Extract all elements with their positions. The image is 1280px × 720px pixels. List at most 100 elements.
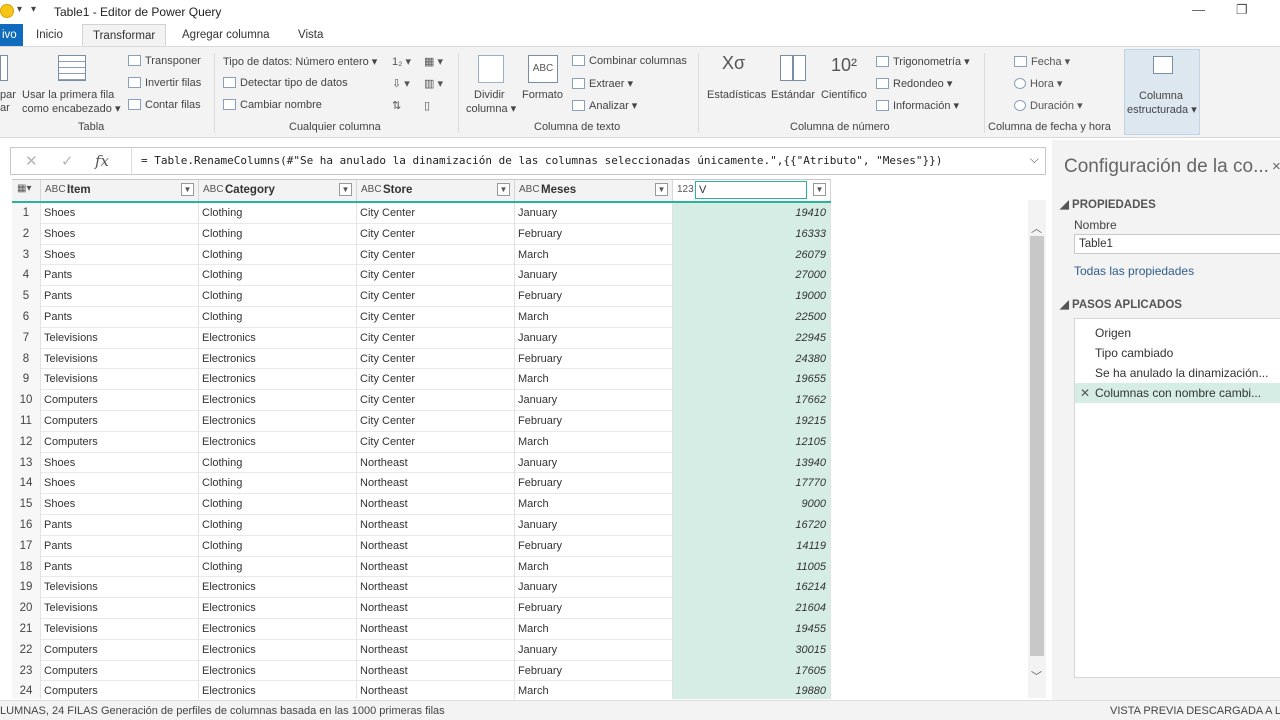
row-number[interactable]: 11 [12,411,41,432]
column-header-item[interactable]: ABC Item ▼ [41,180,199,201]
table-cell[interactable]: March [515,681,673,699]
table-cell[interactable]: March [515,619,673,640]
time-button[interactable]: Hora ▾ [1014,77,1062,90]
table-cell[interactable]: 24380 [673,348,831,370]
table-cell[interactable]: February [515,348,673,370]
table-cell[interactable]: 17770 [673,473,831,495]
table-cell[interactable]: 27000 [673,265,831,287]
table-cell[interactable]: Clothing [199,556,357,578]
row-number[interactable]: 13 [12,452,41,474]
table-cell[interactable]: Electronics [199,639,357,661]
row-number[interactable]: 7 [12,327,41,349]
table-cell[interactable]: February [515,411,673,432]
split-column-button[interactable]: columna ▾ [466,102,516,115]
table-row[interactable]: 9 Televisions Electronics City Center March 1… [12,369,831,391]
table-cell[interactable]: Pants [41,556,199,578]
table-cell[interactable]: 16214 [673,577,831,599]
properties-heading[interactable]: ◢ PROPIEDADES [1060,197,1156,211]
table-cell[interactable]: Computers [41,681,199,699]
text-type-icon[interactable]: ABC [519,184,540,195]
standard-button[interactable]: Estándar [771,89,815,101]
row-number[interactable]: 21 [12,619,41,640]
table-cell[interactable]: 14119 [673,535,831,557]
table-cell[interactable]: City Center [357,244,515,266]
text-type-icon[interactable]: ABC [361,184,382,195]
table-row[interactable]: 3 Shoes Clothing City Center March 26079 [12,244,831,266]
filter-dropdown-icon[interactable]: ▼ [339,183,352,196]
table-row[interactable]: 21 Televisions Electronics Northeast March 19… [12,619,831,640]
row-number[interactable]: 3 [12,244,41,266]
table-cell[interactable]: 13940 [673,452,831,474]
row-number[interactable]: 12 [12,431,41,453]
table-cell[interactable]: Clothing [199,244,357,266]
applied-step[interactable]: ✕ Columnas con nombre cambi... [1075,383,1280,403]
table-cell[interactable]: March [515,244,673,266]
status-profiling[interactable]: Generación de perfiles de columnas basad… [101,705,445,717]
table-cell[interactable]: February [515,535,673,557]
table-cell[interactable]: January [515,265,673,287]
table-cell[interactable]: Northeast [357,473,515,495]
table-row[interactable]: 16 Pants Clothing Northeast January 16720 [12,515,831,536]
group-by-button-label-1[interactable]: par [0,89,16,101]
filter-dropdown-icon[interactable]: ▼ [181,183,194,196]
table-row[interactable]: 4 Pants Clothing City Center January 27000 [12,265,831,287]
table-row[interactable]: 20 Televisions Electronics Northeast Februar… [12,598,831,619]
table-row[interactable]: 12 Computers Electronics City Center March 12… [12,431,831,453]
table-cell[interactable]: City Center [357,431,515,453]
table-cell[interactable]: Televisions [41,619,199,640]
query-name-input[interactable]: Table1 [1074,234,1280,254]
smiley-dropdown-icon[interactable]: ▾ [17,4,22,15]
scroll-up-icon[interactable]: ︿ [1031,220,1042,236]
table-cell[interactable]: Northeast [357,515,515,536]
row-number[interactable]: 4 [12,265,41,287]
table-cell[interactable]: Northeast [357,619,515,640]
table-cell[interactable]: February [515,223,673,245]
table-cell[interactable]: Electronics [199,369,357,391]
table-cell[interactable]: Televisions [41,369,199,391]
table-cell[interactable]: City Center [357,390,515,411]
row-number[interactable]: 20 [12,598,41,619]
table-cell[interactable]: January [515,452,673,474]
table-row[interactable]: 18 Pants Clothing Northeast March 11005 [12,556,831,578]
table-cell[interactable]: 19410 [673,203,831,224]
format-button[interactable]: Formato [522,89,563,101]
structured-column-button[interactable]: Columna estructurada ▾ [1124,49,1200,135]
table-cell[interactable]: 17605 [673,660,831,682]
table-cell[interactable]: Pants [41,535,199,557]
applied-step[interactable]: Se ha anulado la dinamización... [1075,363,1280,383]
date-button[interactable]: Fecha ▾ [1014,55,1070,68]
table-cell[interactable]: City Center [357,327,515,349]
table-cell[interactable]: 30015 [673,639,831,661]
table-cell[interactable]: January [515,327,673,349]
table-cell[interactable]: 19455 [673,619,831,640]
row-number[interactable]: 14 [12,473,41,495]
table-cell[interactable]: 19000 [673,286,831,307]
row-number[interactable]: 17 [12,535,41,557]
table-cell[interactable]: March [515,556,673,578]
table-cell[interactable]: Electronics [199,660,357,682]
table-cell[interactable]: Clothing [199,494,357,515]
row-number[interactable]: 24 [12,681,41,699]
table-row[interactable]: 17 Pants Clothing Northeast February 14119 [12,535,831,557]
extract-button[interactable]: Extraer ▾ [572,77,633,90]
table-cell[interactable]: Clothing [199,452,357,474]
table-cell[interactable]: Northeast [357,452,515,474]
split-column-label-1[interactable]: Dividir [474,89,505,101]
use-first-row-button[interactable]: como encabezado ▾ [22,102,120,115]
unpivot-icon[interactable]: ▦ ▾ [424,55,443,68]
table-cell[interactable]: Electronics [199,390,357,411]
row-number[interactable]: 2 [12,223,41,245]
row-number[interactable]: 23 [12,660,41,682]
column-header-value-editing[interactable]: 123 V ▼ [673,180,831,201]
table-cell[interactable]: Pants [41,265,199,287]
table-cell[interactable]: 9000 [673,494,831,515]
table-cell[interactable]: Shoes [41,452,199,474]
group-by-button-label-2[interactable]: ar [0,102,10,114]
table-row[interactable]: 2 Shoes Clothing City Center February 16333 [12,223,831,245]
trigonometry-button[interactable]: Trigonometría ▾ [876,55,970,68]
table-cell[interactable]: Shoes [41,494,199,515]
table-menu-button[interactable]: ▦▾ [12,180,41,201]
duration-button[interactable]: Duración ▾ [1014,99,1083,112]
restore-icon[interactable]: ❐ [1236,2,1248,18]
tab-archivo[interactable]: ivo [0,24,23,46]
